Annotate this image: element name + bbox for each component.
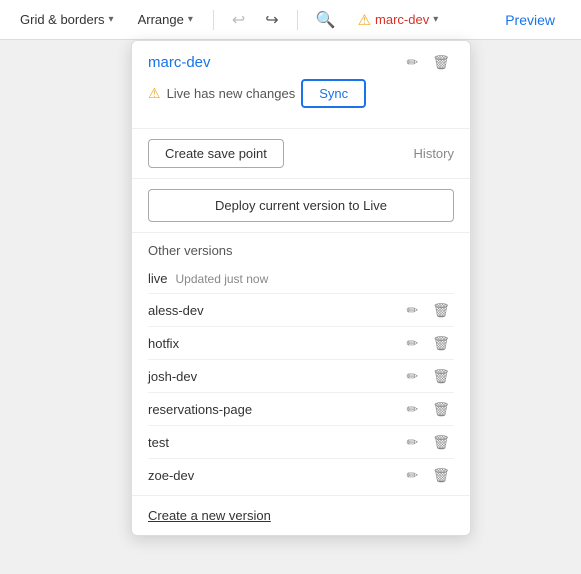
delete-version-button[interactable]: 🗑 xyxy=(428,367,454,385)
deploy-section: Deploy current version to Live xyxy=(132,179,470,233)
sync-button[interactable]: Sync xyxy=(301,79,366,108)
toolbar: Grid & borders ▾ Arrange ▾ ↩ ↪ 🔍 ⚠ marc-… xyxy=(0,0,581,40)
warning-row: ⚠ Live has new changes Sync xyxy=(148,79,454,108)
create-new-label: Create a new version xyxy=(148,508,271,523)
trash-icon: 🗑 xyxy=(432,54,450,70)
delete-version-button[interactable]: 🗑 xyxy=(428,334,454,352)
version-name: reservations-page xyxy=(148,402,252,417)
edit-version-button[interactable]: ✏ xyxy=(402,400,422,418)
panel-actions: Create save point History xyxy=(132,129,470,179)
version-actions: ✏🗑 xyxy=(402,367,454,385)
other-versions-title: Other versions xyxy=(148,243,454,258)
edit-version-button[interactable]: ✏ xyxy=(402,367,422,385)
branch-warning-icon: ⚠ xyxy=(358,11,371,29)
preview-button[interactable]: Preview xyxy=(491,7,569,33)
preview-label: Preview xyxy=(505,12,555,28)
create-save-point-button[interactable]: Create save point xyxy=(148,139,284,168)
panel-wrapper: marc-dev ✏ 🗑 ⚠ Live has new changes Sync xyxy=(0,40,581,536)
version-actions: ✏🗑 xyxy=(402,466,454,484)
version-item[interactable]: reservations-page✏🗑 xyxy=(148,393,454,426)
version-actions: ✏🗑 xyxy=(402,400,454,418)
version-actions: ✏🗑 xyxy=(402,301,454,319)
delete-version-button[interactable]: 🗑 xyxy=(428,400,454,418)
version-item[interactable]: aless-dev✏🗑 xyxy=(148,294,454,327)
grid-borders-button[interactable]: Grid & borders ▾ xyxy=(12,8,122,31)
create-save-label: Create save point xyxy=(165,146,267,161)
branch-chevron-icon: ▾ xyxy=(433,14,438,25)
version-item[interactable]: josh-dev✏🗑 xyxy=(148,360,454,393)
sync-label: Sync xyxy=(319,86,348,101)
version-item[interactable]: hotfix✏🗑 xyxy=(148,327,454,360)
version-name: josh-dev xyxy=(148,369,197,384)
toolbar-divider-1 xyxy=(213,10,214,30)
warning-text: Live has new changes xyxy=(167,86,296,101)
delete-branch-button[interactable]: 🗑 xyxy=(428,53,454,71)
toolbar-divider-2 xyxy=(297,10,298,30)
redo-button[interactable]: ↪ xyxy=(259,6,284,34)
edit-version-button[interactable]: ✏ xyxy=(402,334,422,352)
version-name: zoe-dev xyxy=(148,468,194,483)
create-new-version-button[interactable]: Create a new version xyxy=(132,495,470,535)
deploy-button[interactable]: Deploy current version to Live xyxy=(148,189,454,222)
arrange-label: Arrange xyxy=(138,12,184,27)
version-item[interactable]: zoe-dev✏🗑 xyxy=(148,459,454,491)
delete-version-button[interactable]: 🗑 xyxy=(428,466,454,484)
edit-branch-button[interactable]: ✏ xyxy=(402,53,422,71)
delete-version-button[interactable]: 🗑 xyxy=(428,433,454,451)
version-name: test xyxy=(148,435,169,450)
deploy-label: Deploy current version to Live xyxy=(215,198,387,213)
warning-icon: ⚠ xyxy=(148,85,161,102)
versions-section: Other versions liveUpdated just now aless… xyxy=(132,233,470,495)
version-item[interactable]: liveUpdated just now xyxy=(148,264,454,294)
arrange-button[interactable]: Arrange ▾ xyxy=(130,8,201,31)
branch-label: marc-dev xyxy=(375,12,429,27)
edit-version-button[interactable]: ✏ xyxy=(402,301,422,319)
redo-icon: ↪ xyxy=(265,10,278,30)
version-name: aless-dev xyxy=(148,303,204,318)
current-branch-name: marc-dev xyxy=(148,54,211,71)
delete-version-button[interactable]: 🗑 xyxy=(428,301,454,319)
version-actions: ✏🗑 xyxy=(402,334,454,352)
search-button[interactable]: 🔍 xyxy=(310,6,342,34)
version-name: liveUpdated just now xyxy=(148,271,268,286)
grid-borders-chevron-icon: ▾ xyxy=(109,14,114,25)
version-actions: ✏🗑 xyxy=(402,433,454,451)
arrange-chevron-icon: ▾ xyxy=(188,14,193,25)
history-link[interactable]: History xyxy=(414,146,454,161)
undo-button[interactable]: ↩ xyxy=(226,6,251,34)
version-name: hotfix xyxy=(148,336,179,351)
edit-version-button[interactable]: ✏ xyxy=(402,433,422,451)
grid-borders-label: Grid & borders xyxy=(20,12,105,27)
search-icon: 🔍 xyxy=(316,10,336,30)
version-list: liveUpdated just nowaless-dev✏🗑hotfix✏🗑j… xyxy=(148,264,454,491)
version-tag: Updated just now xyxy=(176,272,269,286)
branch-edit-actions: ✏ 🗑 xyxy=(402,53,454,71)
branch-button[interactable]: ⚠ marc-dev ▾ xyxy=(350,7,447,33)
undo-icon: ↩ xyxy=(232,10,245,30)
panel-header: marc-dev ✏ 🗑 ⚠ Live has new changes Sync xyxy=(132,41,470,129)
version-item[interactable]: test✏🗑 xyxy=(148,426,454,459)
edit-icon: ✏ xyxy=(406,54,418,70)
branch-dropdown-panel: marc-dev ✏ 🗑 ⚠ Live has new changes Sync xyxy=(131,40,471,536)
current-branch-row: marc-dev ✏ 🗑 xyxy=(148,53,454,71)
edit-version-button[interactable]: ✏ xyxy=(402,466,422,484)
